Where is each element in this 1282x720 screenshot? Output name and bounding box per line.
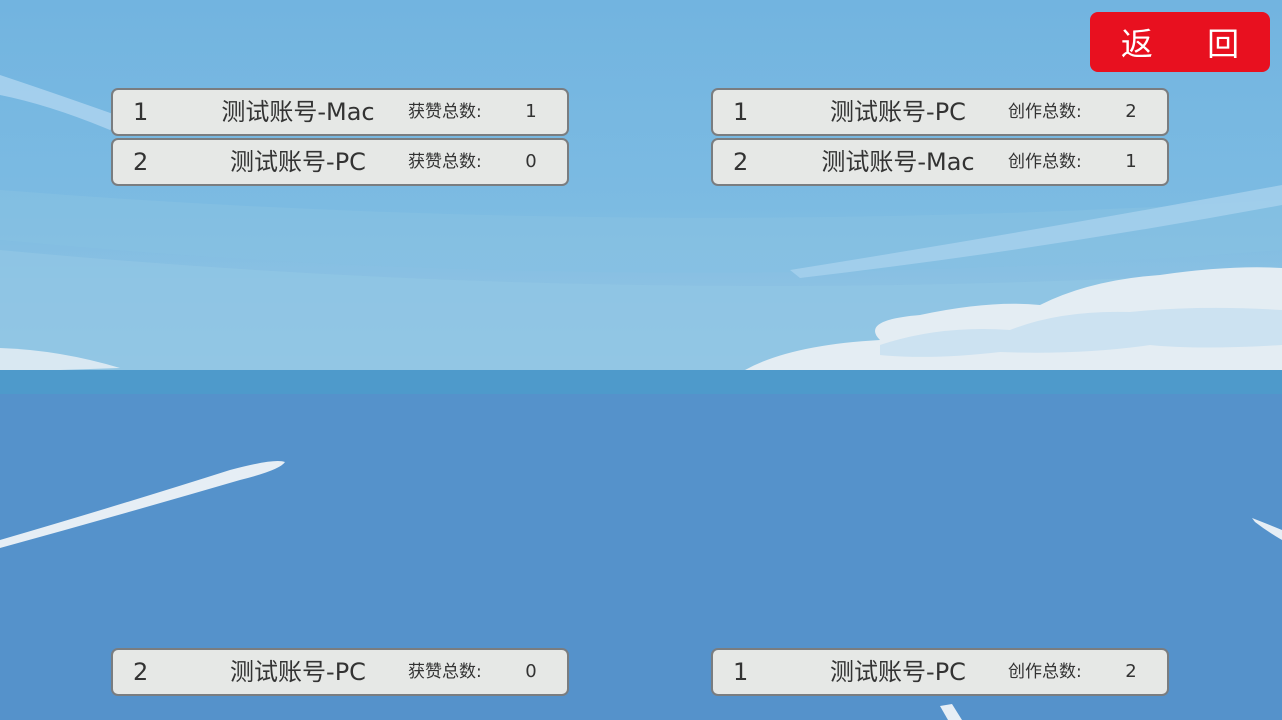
rank-number: 2: [733, 148, 749, 176]
account-name: 测试账号-PC: [830, 98, 966, 126]
creations-self-rank-row: 1 测试账号-PC 创作总数: 2: [711, 648, 1169, 696]
account-name: 测试账号-Mac: [821, 148, 975, 176]
account-name: 测试账号-PC: [230, 658, 366, 686]
stat-label: 获赞总数:: [408, 102, 482, 122]
rank-number: 2: [133, 658, 149, 686]
rank-number: 1: [133, 98, 149, 126]
stat-value: 1: [525, 101, 537, 122]
stat-value: 1: [1125, 151, 1137, 172]
likes-rank-row: 1 测试账号-Mac 获赞总数: 1: [111, 88, 569, 136]
stat-value: 2: [1125, 661, 1137, 682]
stat-label: 获赞总数:: [408, 152, 482, 172]
back-button[interactable]: 返 回: [1090, 12, 1270, 72]
account-name: 测试账号-Mac: [221, 98, 375, 126]
account-name: 测试账号-PC: [830, 658, 966, 686]
creations-rank-row: 1 测试账号-PC 创作总数: 2: [711, 88, 1169, 136]
rank-number: 1: [733, 658, 749, 686]
stat-label: 创作总数:: [1008, 102, 1082, 122]
stat-value: 0: [525, 661, 537, 682]
stat-value: 2: [1125, 101, 1137, 122]
stat-label: 获赞总数:: [408, 662, 482, 682]
creations-rank-row: 2 测试账号-Mac 创作总数: 1: [711, 138, 1169, 186]
leaderboard-screen: 返 回 1 测试账号-Mac 获赞总数: 1 2 测试账号-PC 获赞总数: 0…: [0, 0, 1282, 720]
rank-number: 1: [733, 98, 749, 126]
likes-self-rank-row: 2 测试账号-PC 获赞总数: 0: [111, 648, 569, 696]
stat-label: 创作总数:: [1008, 662, 1082, 682]
account-name: 测试账号-PC: [230, 148, 366, 176]
rank-number: 2: [133, 148, 149, 176]
likes-rank-row: 2 测试账号-PC 获赞总数: 0: [111, 138, 569, 186]
stat-label: 创作总数:: [1008, 152, 1082, 172]
stat-value: 0: [525, 151, 537, 172]
